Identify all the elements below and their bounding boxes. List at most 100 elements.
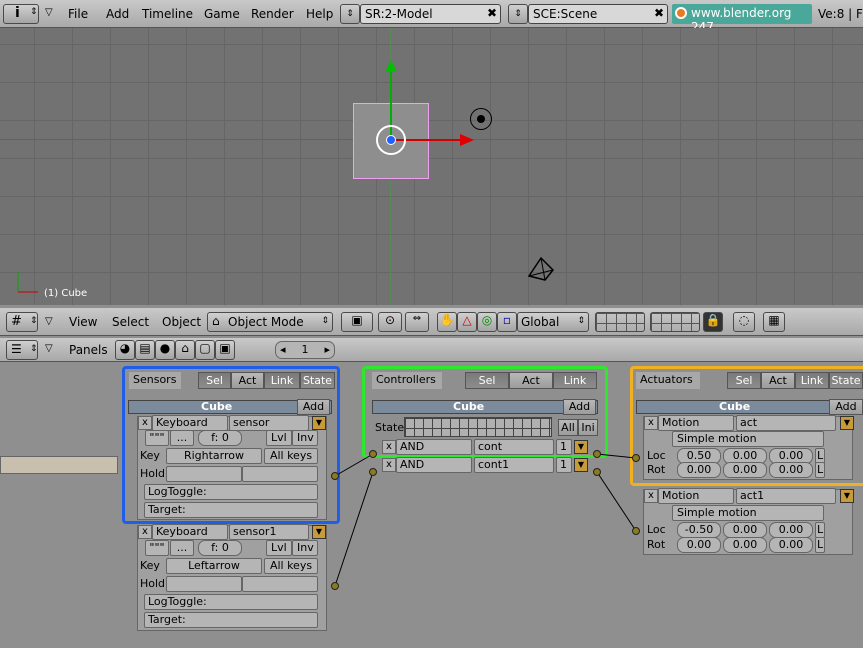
sensor-hold2-2[interactable] (242, 576, 318, 592)
menu-game[interactable]: Game (204, 7, 240, 21)
sensor-pulse-true-2[interactable]: """ (145, 540, 169, 556)
actuator-rot-z-2[interactable]: 0.00 (769, 537, 813, 553)
collapse-triangle-icon[interactable]: ▽ (45, 343, 53, 354)
menu-timeline[interactable]: Timeline (142, 7, 193, 21)
actuator-input-socket-2[interactable] (632, 527, 640, 535)
logic-tab-icon[interactable]: ◕ (115, 340, 135, 360)
sensor-target-1[interactable]: Target: (144, 502, 318, 518)
actuator-expand-1[interactable]: ▼ (840, 416, 854, 430)
sensor-inv-2[interactable]: Inv (292, 540, 318, 556)
actuator-delete-1[interactable]: x (644, 416, 658, 430)
object-tab-icon[interactable]: ⌂ (175, 340, 195, 360)
screen-name-field[interactable]: SR:2-Model ✖ (360, 4, 501, 24)
sensor-hold1-1[interactable] (166, 466, 242, 482)
sensor-type-2[interactable]: Keyboard (152, 524, 228, 540)
editor-type-button[interactable]: # ⇕ (6, 312, 38, 332)
render-icon[interactable]: ▦ (763, 312, 785, 332)
translate-icon[interactable]: △ (457, 312, 477, 332)
controller-name-1[interactable]: cont (474, 439, 554, 455)
script-tab-icon[interactable]: ▤ (135, 340, 155, 360)
controller-type-2[interactable]: AND (396, 457, 472, 473)
menu-view[interactable]: View (69, 315, 97, 329)
editing-tab-icon[interactable]: ▢ (195, 340, 215, 360)
state-all-button[interactable]: All (558, 419, 578, 436)
scene-name-field[interactable]: SCE:Scene ✖ (528, 4, 668, 24)
menu-help[interactable]: Help (306, 7, 333, 21)
scale-icon[interactable]: ▫ (497, 312, 517, 332)
controller-expand-2[interactable]: ▼ (574, 458, 588, 472)
orientation-selector[interactable]: Global ⇕ (517, 312, 589, 332)
actuator-mode-2[interactable]: Simple motion (672, 505, 824, 521)
sensor-hold1-2[interactable] (166, 576, 242, 592)
controller-priority-1[interactable]: 1 (556, 439, 572, 455)
pivot-selector[interactable]: ⊙ (378, 312, 402, 332)
sensors-link-button[interactable]: Link (264, 372, 300, 389)
sensor-lvl-1[interactable]: Lvl (266, 430, 292, 446)
state-ini-button[interactable]: Ini (578, 419, 598, 436)
sensor-expand-1[interactable]: ▼ (312, 416, 326, 430)
sensor-delete-2[interactable]: x (138, 525, 152, 539)
sensor-key-1[interactable]: Rightarrow (166, 448, 262, 464)
actuator-rot-z-1[interactable]: 0.00 (769, 462, 813, 478)
controllers-sel-button[interactable]: Sel (465, 372, 509, 389)
actuator-loc-x-2[interactable]: -0.50 (677, 522, 721, 538)
sensor-target-2[interactable]: Target: (144, 612, 318, 628)
actuator-loc-y-2[interactable]: 0.00 (723, 522, 767, 538)
controllers-add-button[interactable]: Add (563, 399, 596, 415)
lamp-icon[interactable] (470, 108, 492, 130)
actuators-sel-button[interactable]: Sel (727, 372, 761, 389)
left-scroll-panel[interactable] (0, 456, 118, 474)
scene-tab-icon[interactable]: ▣ (215, 340, 235, 360)
actuators-state-button[interactable]: State (829, 372, 863, 389)
actuator-loc-z-2[interactable]: 0.00 (769, 522, 813, 538)
page-number-field[interactable]: ◂ 1 ▸ (275, 341, 335, 359)
controller-output-socket-2[interactable] (593, 468, 601, 476)
controllers-link-button[interactable]: Link (553, 372, 597, 389)
state-mask-buttons[interactable] (404, 417, 552, 437)
actuator-expand-2[interactable]: ▼ (840, 489, 854, 503)
menu-render[interactable]: Render (251, 7, 294, 21)
menu-select[interactable]: Select (112, 315, 149, 329)
controller-type-1[interactable]: AND (396, 439, 472, 455)
menu-file[interactable]: File (68, 7, 88, 21)
menu-object[interactable]: Object (162, 315, 201, 329)
actuator-rot-y-1[interactable]: 0.00 (723, 462, 767, 478)
close-icon[interactable]: ✖ (654, 6, 664, 20)
sensor-delete-1[interactable]: x (138, 416, 152, 430)
mode-selector[interactable]: ⌂ Object Mode ⇕ (207, 312, 333, 332)
actuator-loc-local-2[interactable]: L (815, 522, 825, 538)
sensors-act-button[interactable]: Act (231, 372, 264, 389)
controller-delete-2[interactable]: x (382, 458, 396, 472)
sensor-output-socket-2[interactable] (331, 582, 339, 590)
shading-tab-icon[interactable]: ● (155, 340, 175, 360)
actuator-mode-1[interactable]: Simple motion (672, 431, 824, 447)
sensor-allkeys-1[interactable]: All keys (264, 448, 318, 464)
sensor-hold2-1[interactable] (242, 466, 318, 482)
sensor-freq-1[interactable]: f: 0 (198, 430, 242, 446)
actuator-rot-x-1[interactable]: 0.00 (677, 462, 721, 478)
sensor-logtoggle-2[interactable]: LogToggle: (144, 594, 318, 610)
controllers-act-button[interactable]: Act (509, 372, 553, 389)
actuators-link-button[interactable]: Link (795, 372, 829, 389)
sensor-allkeys-2[interactable]: All keys (264, 558, 318, 574)
controller-name-2[interactable]: cont1 (474, 457, 554, 473)
sensor-expand-2[interactable]: ▼ (312, 525, 326, 539)
actuators-add-button[interactable]: Add (829, 399, 863, 415)
controller-input-socket-1[interactable] (369, 450, 377, 458)
sensor-logtoggle-1[interactable]: LogToggle: (144, 484, 318, 500)
actuator-input-socket-1[interactable] (632, 454, 640, 462)
lock-icon[interactable]: 🔒 (703, 312, 723, 332)
collapse-triangle-icon[interactable]: ▽ (45, 316, 53, 327)
snap-button[interactable]: ⇔ (405, 312, 429, 332)
actuators-act-button[interactable]: Act (761, 372, 795, 389)
layer-buttons-2[interactable] (650, 312, 700, 332)
sensor-pulse-false-1[interactable]: ... (170, 430, 194, 446)
sensors-sel-button[interactable]: Sel (198, 372, 231, 389)
sensor-type-1[interactable]: Keyboard (152, 415, 228, 431)
scene-selector[interactable]: ⇕ (508, 4, 528, 24)
sensors-state-button[interactable]: State (300, 372, 335, 389)
sensor-lvl-2[interactable]: Lvl (266, 540, 292, 556)
3d-viewport[interactable]: (1) Cube (0, 28, 863, 305)
actuator-rot-x-2[interactable]: 0.00 (677, 537, 721, 553)
sensors-add-button[interactable]: Add (297, 399, 330, 415)
